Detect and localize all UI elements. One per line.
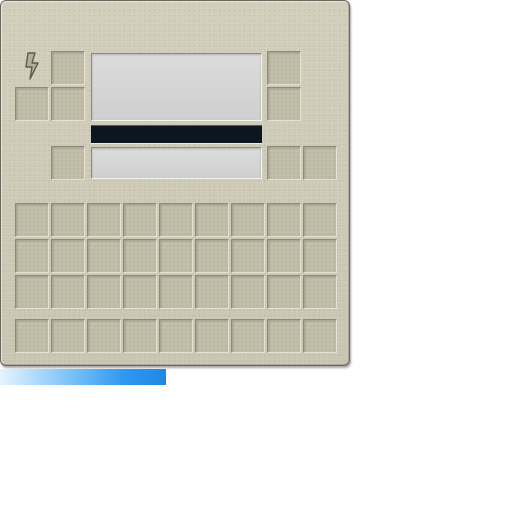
text-input-bar[interactable]: [91, 125, 262, 144]
inventory-slot[interactable]: [87, 239, 121, 273]
bottom-display-screen: [91, 147, 262, 179]
inventory-slot[interactable]: [303, 239, 337, 273]
inventory-slot[interactable]: [51, 239, 85, 273]
machine-slot-lower-left[interactable]: [51, 146, 85, 180]
energy-bar: [0, 369, 166, 385]
inventory-slot[interactable]: [15, 275, 49, 309]
machine-slot-left-inner[interactable]: [51, 87, 85, 121]
inventory-slot[interactable]: [51, 275, 85, 309]
inventory-slot[interactable]: [195, 275, 229, 309]
hotbar-slot[interactable]: [231, 319, 265, 353]
hotbar-slot[interactable]: [159, 319, 193, 353]
machine-slot-left-outer[interactable]: [15, 87, 49, 121]
machine-slot-top-right[interactable]: [267, 51, 301, 85]
inventory-slot[interactable]: [195, 239, 229, 273]
inventory-slot[interactable]: [15, 203, 49, 237]
inventory-slot[interactable]: [123, 275, 157, 309]
inventory-slot[interactable]: [87, 203, 121, 237]
inventory-slot[interactable]: [51, 203, 85, 237]
hotbar-slot[interactable]: [267, 319, 301, 353]
inventory-slot[interactable]: [303, 275, 337, 309]
machine-gui-panel: [0, 0, 350, 366]
top-display-screen: [91, 53, 262, 121]
inventory-slot[interactable]: [123, 203, 157, 237]
hotbar-slot[interactable]: [303, 319, 337, 353]
machine-slot-lower-right-outer[interactable]: [303, 146, 337, 180]
inventory-slot[interactable]: [231, 239, 265, 273]
hotbar-slot[interactable]: [195, 319, 229, 353]
inventory-slot[interactable]: [195, 203, 229, 237]
inventory-slot[interactable]: [87, 275, 121, 309]
inventory-slot[interactable]: [303, 203, 337, 237]
inventory-slot[interactable]: [159, 239, 193, 273]
machine-slot-top-left[interactable]: [51, 51, 85, 85]
inventory-slot[interactable]: [15, 239, 49, 273]
inventory-slot[interactable]: [267, 275, 301, 309]
inventory-slot[interactable]: [231, 275, 265, 309]
hotbar-slot[interactable]: [15, 319, 49, 353]
machine-slot-right[interactable]: [267, 87, 301, 121]
inventory-slot[interactable]: [159, 203, 193, 237]
lightning-bolt-icon: [25, 52, 39, 80]
inventory-slot[interactable]: [267, 239, 301, 273]
inventory-slot[interactable]: [267, 203, 301, 237]
energy-bar-fill: [0, 369, 166, 385]
hotbar-slot[interactable]: [51, 319, 85, 353]
hotbar-slot[interactable]: [123, 319, 157, 353]
hotbar-slot[interactable]: [87, 319, 121, 353]
inventory-slot[interactable]: [159, 275, 193, 309]
machine-slot-lower-right[interactable]: [267, 146, 301, 180]
inventory-slot[interactable]: [123, 239, 157, 273]
inventory-slot[interactable]: [231, 203, 265, 237]
